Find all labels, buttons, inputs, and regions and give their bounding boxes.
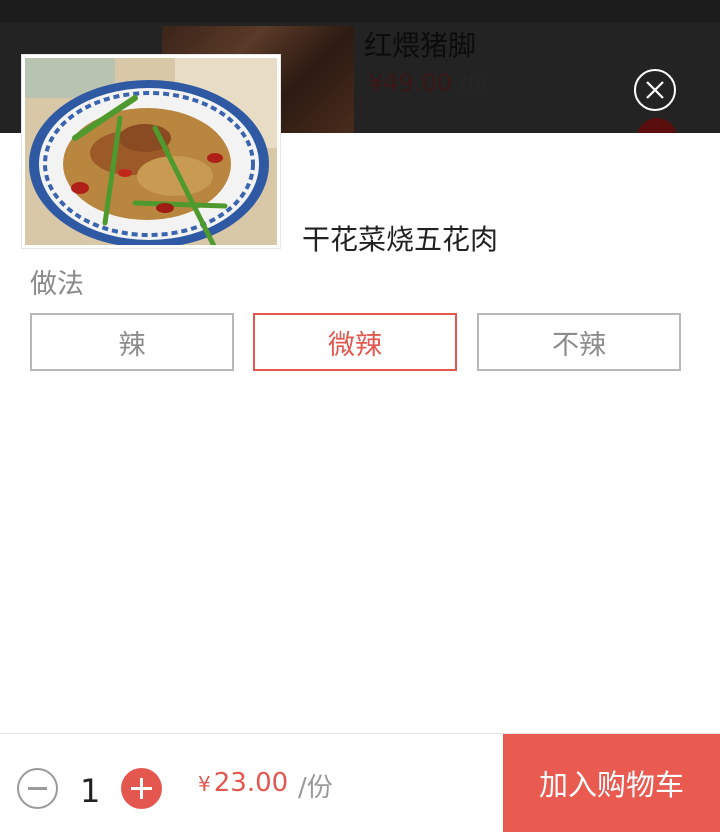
price-amount: 23.00 [213, 768, 289, 798]
close-icon [646, 81, 664, 99]
background-header-strip [0, 0, 720, 22]
background-add-button [637, 118, 677, 133]
minus-icon [28, 787, 47, 790]
dish-image [22, 55, 280, 248]
dish-name: 干花菜烧五花肉 [302, 223, 499, 256]
add-to-cart-button[interactable]: 加入购物车 [503, 734, 720, 832]
close-button[interactable] [634, 69, 676, 111]
footer-bar: 1 ¥23.00 /份 加入购物车 [0, 733, 720, 832]
cooking-method-label: 做法 [30, 269, 84, 300]
background-item-unit: /份 [459, 72, 490, 97]
price-value: ¥23.00 [198, 768, 288, 798]
background-item-name: 红煨猪脚 [364, 29, 477, 62]
currency-symbol: ¥ [198, 772, 211, 796]
quantity-value: 1 [80, 772, 101, 810]
option-spicy[interactable]: 辣 [30, 313, 234, 371]
background-item-price: ¥49.00 /份 [368, 66, 489, 98]
option-mild-spicy[interactable]: 微辣 [253, 313, 457, 371]
background-item-price-value: ¥49.00 [368, 69, 452, 97]
option-not-spicy[interactable]: 不辣 [477, 313, 681, 371]
price-unit: /份 [298, 773, 333, 803]
decrease-quantity-button[interactable] [17, 768, 58, 809]
increase-quantity-button[interactable] [121, 768, 162, 809]
